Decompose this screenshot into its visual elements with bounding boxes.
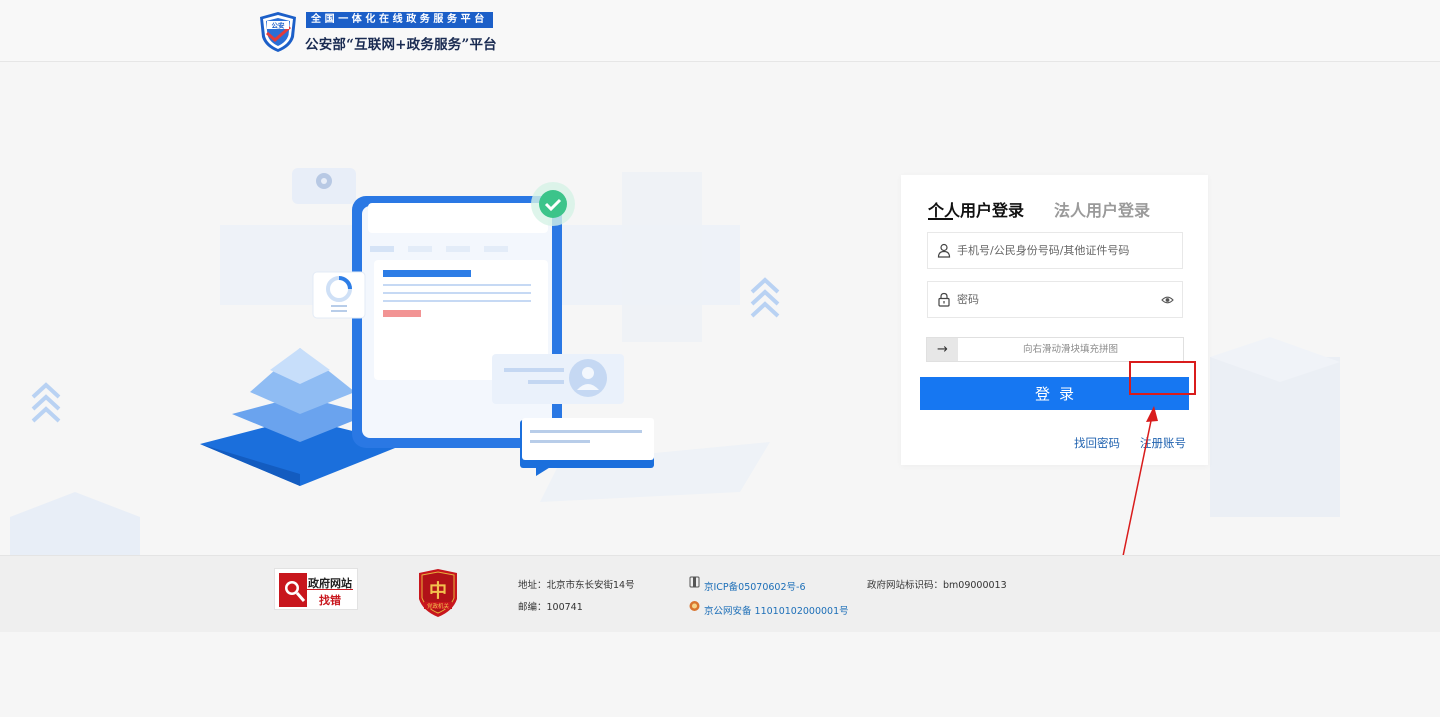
forgot-password-link[interactable]: 找回密码	[1074, 435, 1120, 451]
user-icon	[937, 243, 951, 258]
tab-legal-login[interactable]: 法人用户登录	[1054, 197, 1150, 221]
login-card: 个人用户登录 法人用户登录 → 向右滑动滑块填充拼图	[901, 175, 1208, 465]
site-title: 公安部“互联网+政务服务”平台	[305, 37, 497, 53]
register-account-link[interactable]: 注册账号	[1140, 435, 1186, 451]
footer-postcode: 邮编：100741	[518, 602, 583, 613]
hero-illustration	[10, 168, 1340, 555]
police-badge-icon	[689, 601, 700, 611]
party-gov-agency-text: 党政机关	[427, 602, 450, 610]
icp-record-link[interactable]: 京ICP备05070602号-6	[704, 579, 806, 593]
emblem-text: 公安	[272, 21, 286, 30]
footer-address: 地址：北京市东长安街14号	[518, 580, 635, 591]
password-field[interactable]	[927, 281, 1183, 318]
show-password-icon[interactable]	[1161, 294, 1174, 306]
lock-icon	[938, 292, 950, 307]
police-record-link[interactable]: 京公网安备 11010102000001号	[704, 603, 849, 617]
platform-banner: 全国一体化在线政务服务平台	[306, 12, 493, 28]
username-input[interactable]	[957, 233, 1157, 268]
slide-captcha: → 向右滑动滑块填充拼图	[926, 337, 1184, 362]
slider-hint: 向右滑动滑块填充拼图	[1022, 344, 1118, 355]
police-shield-logo[interactable]: 公安	[258, 11, 298, 53]
main-content: 个人用户登录 法人用户登录 → 向右滑动滑块填充拼图	[0, 62, 1440, 555]
page-bottom-area	[0, 632, 1440, 717]
error-report-subtitle: 找错	[319, 594, 341, 607]
site-footer: 政府网站 找错 中 党政机关 地址：北京市东长安街14号 邮编：100741 京…	[0, 555, 1440, 632]
active-tab-indicator	[928, 218, 953, 220]
password-input[interactable]	[957, 282, 1157, 317]
icp-icon	[689, 576, 700, 588]
slider-handle[interactable]: →	[927, 338, 958, 361]
svg-text:中: 中	[429, 580, 447, 602]
site-header: 公安 全国一体化在线政务服务平台 公安部“互联网+政务服务”平台	[0, 0, 1440, 62]
error-report-divider	[307, 589, 353, 590]
login-button[interactable]: 登录	[920, 377, 1189, 410]
username-field[interactable]	[927, 232, 1183, 269]
party-gov-agency-badge[interactable]: 中 党政机关	[417, 569, 459, 617]
footer-site-id: 政府网站标识码：bm09000013	[867, 580, 1007, 591]
magnifier-icon	[279, 573, 307, 607]
gov-site-error-report-badge[interactable]: 政府网站 找错	[274, 568, 358, 610]
